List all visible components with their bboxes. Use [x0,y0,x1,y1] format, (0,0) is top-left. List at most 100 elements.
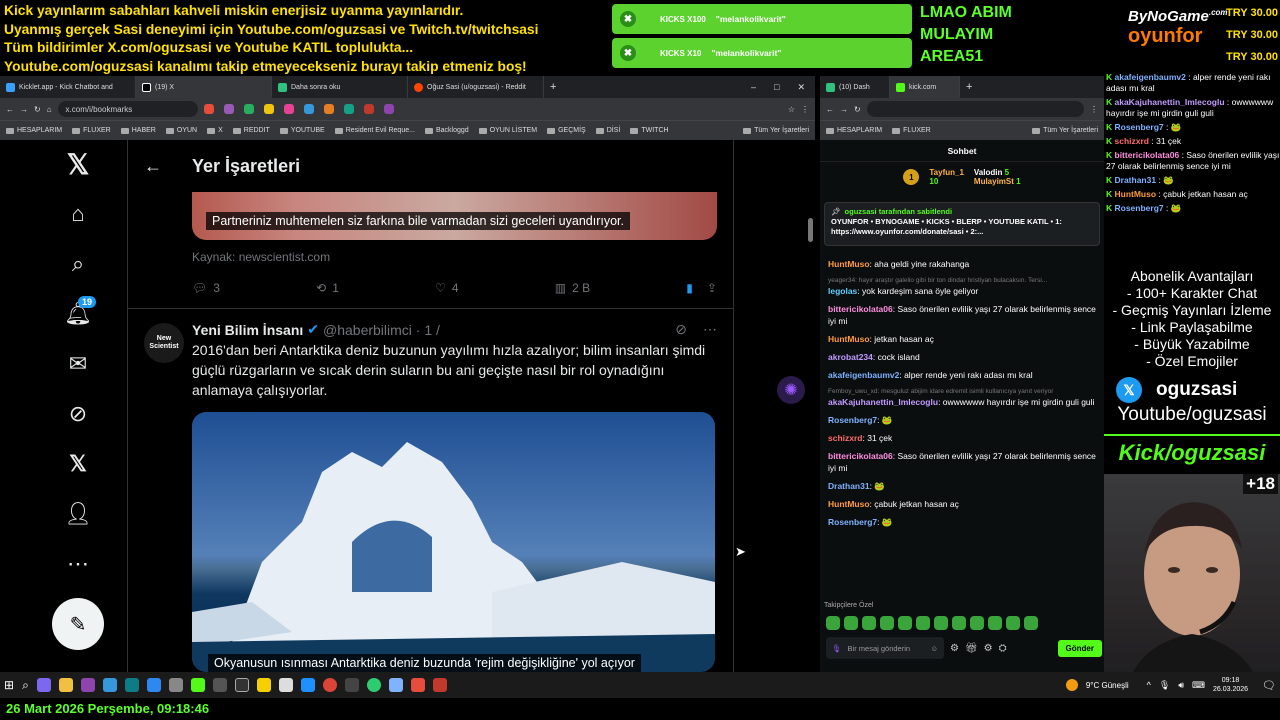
weather-icon[interactable] [1065,679,1078,691]
chrome-icon[interactable] [322,678,337,692]
chat-message[interactable]: Femboy_uwu_xd: mesguluz abijim idare edr… [828,387,1096,408]
chat-message[interactable]: akafeigenbaumv2: alper rende yeni rakı a… [828,369,1096,381]
network-icon[interactable]: ⌨ [1192,680,1205,691]
bookmark-item[interactable]: YOUTUBE [279,127,325,134]
author-handle[interactable]: @haberbilimci · 1 / [323,322,440,338]
app-icon[interactable] [102,678,117,692]
chat-username[interactable]: Drathan31 [828,481,870,491]
app-icon[interactable] [344,678,359,692]
back-icon[interactable]: ← [6,105,14,114]
bookmark-item[interactable]: FLUXER [892,127,931,134]
reload-icon[interactable]: ↻ [854,105,861,114]
chat-username[interactable]: akrobat234 [828,352,873,362]
share-icon[interactable]: ⇪ [707,281,717,295]
chat-message[interactable]: Drathan31: 🐸 [828,480,1096,492]
chat-username[interactable]: bittericikolata06 [828,451,893,461]
extension-icon[interactable] [323,104,334,114]
emote-icon[interactable] [1024,616,1038,630]
x-logo-icon[interactable]: 𝕏 [58,144,98,184]
tweet-image[interactable]: Okyanusun ısınması Antarktika deniz buzu… [192,412,715,672]
compose-post-button[interactable]: ✎ [52,598,104,650]
back-arrow-icon[interactable]: ← [144,156,162,177]
app-icon[interactable] [146,678,161,692]
forward-icon[interactable]: → [840,105,848,114]
chat-username[interactable]: Rosenberg7 [828,517,877,527]
chat-username[interactable]: schizxrd [828,433,863,443]
emote-icon[interactable] [880,616,894,630]
browser-tab[interactable]: (10) Dash [820,76,890,98]
app-icon[interactable] [300,678,315,692]
volume-icon[interactable]: 🔊︎ [1178,680,1184,691]
bookmark-icon[interactable]: ▮ [686,281,693,295]
emote-icon[interactable] [844,616,858,630]
pinned-message[interactable]: 📌︎ oguzsasi tarafından sabitlendi OYUNFOR… [824,202,1100,246]
home-icon[interactable]: ⌂ [47,105,52,114]
emote-icon[interactable] [898,616,912,630]
avatar[interactable]: New Scientist [144,323,184,363]
browser-tab[interactable]: Daha sonra oku [272,76,408,98]
chat-message[interactable]: bittericikolata06: Saso önerilen evlilik… [828,450,1096,474]
app-icon[interactable] [36,678,51,692]
emote-icon[interactable] [952,616,966,630]
chat-username[interactable]: akafeigenbaumv2 [828,370,899,380]
bookmark-item[interactable]: Tüm Yer İşaretleri [1032,127,1098,134]
notifications-icon[interactable]: 🔔︎ 19 [58,294,98,334]
search-icon[interactable]: ⌕ [58,244,98,284]
menu-icon[interactable]: ⋮ [801,105,809,114]
home-icon[interactable]: ⌂ [58,194,98,234]
extension-icon[interactable] [263,104,274,114]
app-icon[interactable] [388,678,403,692]
bookmark-item[interactable]: GEÇMİŞ [547,127,586,134]
post-image[interactable]: Partneriniz muhtemelen siz farkına bile … [192,192,717,240]
chat-message[interactable]: Rosenberg7: 🐸 [828,414,1096,426]
clock[interactable]: 09:18 26.03.2026 [1213,676,1248,694]
browser-tab[interactable]: kick.com [890,76,960,98]
bookmark-item[interactable]: OYUN LİSTEM [478,127,537,134]
extension-icon[interactable] [363,104,374,114]
app-icon[interactable] [234,678,249,692]
maximize-icon[interactable]: □ [774,82,779,93]
chat-message[interactable]: HuntMuso: aha geldi yine rakahanga [828,258,1096,270]
moderation-icon[interactable]: ⛭ [999,643,1007,654]
bookmark-item[interactable]: HESAPLARIM [6,127,62,134]
minimize-icon[interactable]: – [751,82,756,93]
chat-username[interactable]: HuntMuso [828,499,870,509]
author-name[interactable]: Yeni Bilim İnsanı [192,322,303,338]
extension-icon[interactable] [283,104,294,114]
like-icon[interactable]: ♡ [435,281,446,295]
browser-tab[interactable]: (19) X [136,76,272,98]
url-field[interactable]: x.com/i/bookmarks [57,101,198,117]
extension-icon[interactable] [223,104,234,114]
tray-chevron-icon[interactable]: ^ [1147,680,1151,690]
weather-text[interactable]: 9°C Güneşli [1086,681,1129,690]
bookmark-item[interactable]: TWITCH [630,127,669,134]
kick-app-icon[interactable] [190,678,205,692]
app-icon[interactable] [278,678,293,692]
bookmark-item[interactable]: FLUXER [72,127,111,134]
messages-icon[interactable]: ✉ [58,344,98,384]
extension-icon[interactable] [343,104,354,114]
vivaldi-icon[interactable] [410,678,425,692]
file-explorer-icon[interactable] [58,678,73,692]
forward-icon[interactable]: → [20,105,28,114]
browser-tab[interactable]: Kicklet.app - Kick Chatbot and [0,76,136,98]
views-icon[interactable]: ▥ [555,281,566,295]
new-tab-icon[interactable]: + [960,81,978,93]
profile-icon[interactable]: 👤︎ [58,494,98,534]
options-icon[interactable]: ⚙ [984,643,993,654]
menu-icon[interactable]: ⋮ [1090,105,1098,114]
emote-icon[interactable] [862,616,876,630]
grok-icon[interactable]: ⊘ [58,394,98,434]
more-icon[interactable]: ⋯ [58,544,98,584]
chat-username[interactable]: HuntMuso [828,334,870,344]
new-tab-icon[interactable]: + [544,81,562,93]
bookmark-item[interactable]: REDDIT [232,127,270,134]
gift-icon[interactable]: 🎁︎ [965,643,978,654]
bookmark-item[interactable]: HABER [120,127,156,134]
camera-icon[interactable] [168,678,183,692]
mic-tray-icon[interactable]: 🎙︎ [1159,680,1170,691]
reload-icon[interactable]: ↻ [34,105,41,114]
chat-username[interactable]: HuntMuso [828,259,870,269]
emote-icon[interactable] [970,616,984,630]
chat-username[interactable]: Rosenberg7 [828,415,877,425]
